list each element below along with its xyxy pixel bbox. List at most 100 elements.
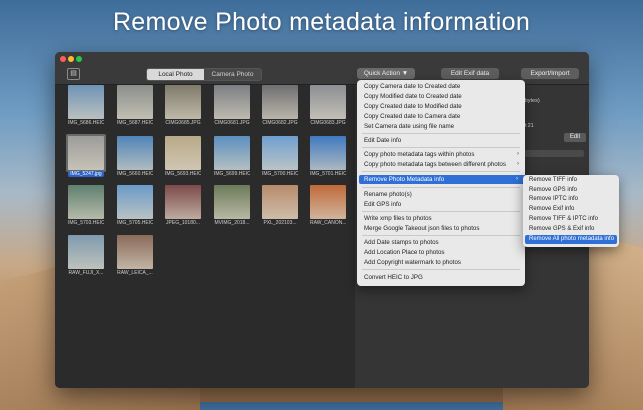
edit-exif-button[interactable]: Edit Exif data <box>441 68 499 79</box>
photo-filename: CIMG0682.JPG <box>262 120 298 126</box>
photo-image <box>310 85 346 119</box>
menu-item-label: Copy photo metadata tags within photos <box>364 151 475 158</box>
photo-thumbnail[interactable]: IMG_5701.HEIC <box>310 136 346 177</box>
menu-item-label: Copy photo metadata tags between differe… <box>364 161 506 168</box>
menu-item[interactable]: Copy Camera date to Created date <box>364 83 460 90</box>
photo-thumbnail[interactable]: CIMG0683.JPG <box>310 85 346 126</box>
menu-item[interactable]: Copy photo metadata tags within photos <box>364 151 474 158</box>
photo-thumbnail[interactable]: CIMG0681.JPG <box>214 85 250 126</box>
photo-image <box>117 235 153 269</box>
photo-thumbnail[interactable]: IMG_5700.HEIC <box>262 136 298 177</box>
photo-filename: IMG_5699.HEIC <box>214 171 250 177</box>
menu-item[interactable]: Add Copyright watermark to photos <box>364 259 461 266</box>
menu-item-label: Copy Modified date to Created date <box>364 93 462 100</box>
photo-filename: IMG_5687.HEIC <box>117 120 153 126</box>
photo-thumbnail[interactable]: JPEG_10180... <box>165 185 201 226</box>
submenu-item[interactable]: Remove TIFF info <box>529 177 577 183</box>
close-window-button[interactable] <box>60 56 66 62</box>
photo-thumbnail[interactable]: IMG_5247.jpg <box>66 134 106 177</box>
photo-filename: IMG_5686.HEIC <box>68 120 104 126</box>
zoom-window-button[interactable] <box>76 56 82 62</box>
submenu-item[interactable]: Remove Exif info <box>529 206 574 212</box>
photo-filename: IMG_5703.HEIC <box>68 220 104 226</box>
photo-filename: RAW_LEICA_... <box>117 270 153 276</box>
photo-thumbnail[interactable]: PXL_202103... <box>262 185 298 226</box>
title-bar <box>55 52 589 66</box>
menu-item[interactable]: Remove Photo Metadata info › <box>359 175 528 184</box>
menu-item[interactable]: Copy photo metadata tags between differe… <box>364 161 506 168</box>
tab-local-photo[interactable]: Local Photo <box>147 69 204 80</box>
tab-camera-photo[interactable]: Camera Photo <box>204 69 261 80</box>
menu-item-label: Write xmp files to photos <box>364 215 432 222</box>
chevron-right-icon: › <box>517 151 519 157</box>
chevron-right-icon: › <box>517 161 519 167</box>
photo-image <box>214 85 250 119</box>
menu-item[interactable]: Copy Modified date to Created date <box>364 93 462 100</box>
menu-item-label: Remove Photo Metadata info <box>364 176 445 183</box>
photo-filename: RAW_CANON... <box>310 220 346 226</box>
photo-image <box>117 185 153 219</box>
source-segmented-control: Local Photo Camera Photo <box>146 68 262 81</box>
photo-filename: CIMG0681.JPG <box>214 120 250 126</box>
menu-item[interactable]: Convert HEIC to JPG <box>364 274 423 281</box>
menu-item[interactable]: Add Date stamps to photos <box>364 239 439 246</box>
menu-item-label: Add Copyright watermark to photos <box>364 259 461 266</box>
menu-item-label: Convert HEIC to JPG <box>364 274 423 281</box>
photo-filename: CIMG0685.JPG <box>165 120 201 126</box>
photo-thumbnail[interactable]: IMG_5686.HEIC <box>68 85 104 126</box>
menu-item[interactable]: Edit Date info <box>364 137 401 144</box>
photo-thumbnail[interactable]: IMG_5703.HEIC <box>68 185 104 226</box>
menu-separator <box>362 269 520 270</box>
photo-thumbnail[interactable]: IMG_5693.HEIC <box>165 136 201 177</box>
menu-item[interactable]: Write xmp files to photos <box>364 215 432 222</box>
minimize-window-button[interactable] <box>68 56 74 62</box>
photo-thumbnail[interactable]: RAW_FUJI_X... <box>68 235 104 276</box>
submenu-item[interactable]: Remove GPS & Exif info <box>529 226 594 232</box>
photo-thumbnail[interactable]: RAW_CANON... <box>310 185 346 226</box>
photo-thumbnail[interactable]: CIMG0682.JPG <box>262 85 298 126</box>
photo-filename: IMG_5247.jpg <box>68 171 104 177</box>
menu-item-label: Copy Camera date to Created date <box>364 83 461 90</box>
menu-separator <box>362 211 520 212</box>
photo-filename: IMG_5693.HEIC <box>165 171 201 177</box>
menu-item-label: Copy Created date to Camera date <box>364 113 461 120</box>
chevron-right-icon: › <box>516 176 518 182</box>
photo-thumbnail[interactable]: IMG_5699.HEIC <box>214 136 250 177</box>
photo-filename: MVIMG_2018... <box>214 220 250 226</box>
submenu-item[interactable]: Remove IPTC info <box>529 196 578 202</box>
photo-thumbnail[interactable]: IMG_5660.HEIC <box>117 136 153 177</box>
photo-image <box>165 85 201 119</box>
photo-filename: IMG_5701.HEIC <box>310 171 346 177</box>
menu-item[interactable]: Copy Created date to Modified date <box>364 103 462 110</box>
photo-thumbnail[interactable]: CIMG0685.JPG <box>165 85 201 126</box>
photo-image <box>117 85 153 119</box>
export-import-button[interactable]: Export/Import <box>521 68 579 79</box>
quick-action-button[interactable]: Quick Action ▼ <box>357 68 415 79</box>
menu-item[interactable]: Set Camera date using file name <box>364 123 454 130</box>
menu-separator <box>362 133 520 134</box>
menu-item[interactable]: Edit GPS info <box>364 201 401 208</box>
info-field[interactable] <box>524 150 584 157</box>
menu-item[interactable]: Rename photo(s) <box>364 191 412 198</box>
photo-thumbnail[interactable]: RAW_LEICA_... <box>117 235 153 276</box>
photo-thumbnail[interactable]: MVIMG_2018... <box>214 185 250 226</box>
submenu-item[interactable]: Remove GPS info <box>529 187 577 193</box>
submenu-item[interactable]: Remove All photo metadata info <box>525 235 617 245</box>
menu-item[interactable]: Merge Google Takeout json files to photo… <box>364 225 479 232</box>
photo-thumbnail[interactable]: IMG_5705.HEIC <box>117 185 153 226</box>
photo-image <box>165 136 201 170</box>
submenu-item[interactable]: Remove TIFF & IPTC info <box>529 216 598 222</box>
menu-separator <box>362 187 520 188</box>
photo-filename: IMG_5700.HEIC <box>262 171 298 177</box>
folder-icon[interactable]: ▤ <box>67 68 80 80</box>
menu-item[interactable]: Copy Created date to Camera date <box>364 113 460 120</box>
menu-separator <box>362 235 520 236</box>
photo-thumbnail[interactable]: IMG_5687.HEIC <box>117 85 153 126</box>
photo-image <box>68 235 104 269</box>
menu-item[interactable]: Add Location Place to photos <box>364 249 445 256</box>
photo-image <box>262 85 298 119</box>
photo-filename: IMG_5660.HEIC <box>117 171 153 177</box>
headline: Remove Photo metadata information <box>112 8 531 36</box>
photo-image <box>68 85 104 119</box>
edit-button[interactable]: Edit <box>564 133 586 142</box>
